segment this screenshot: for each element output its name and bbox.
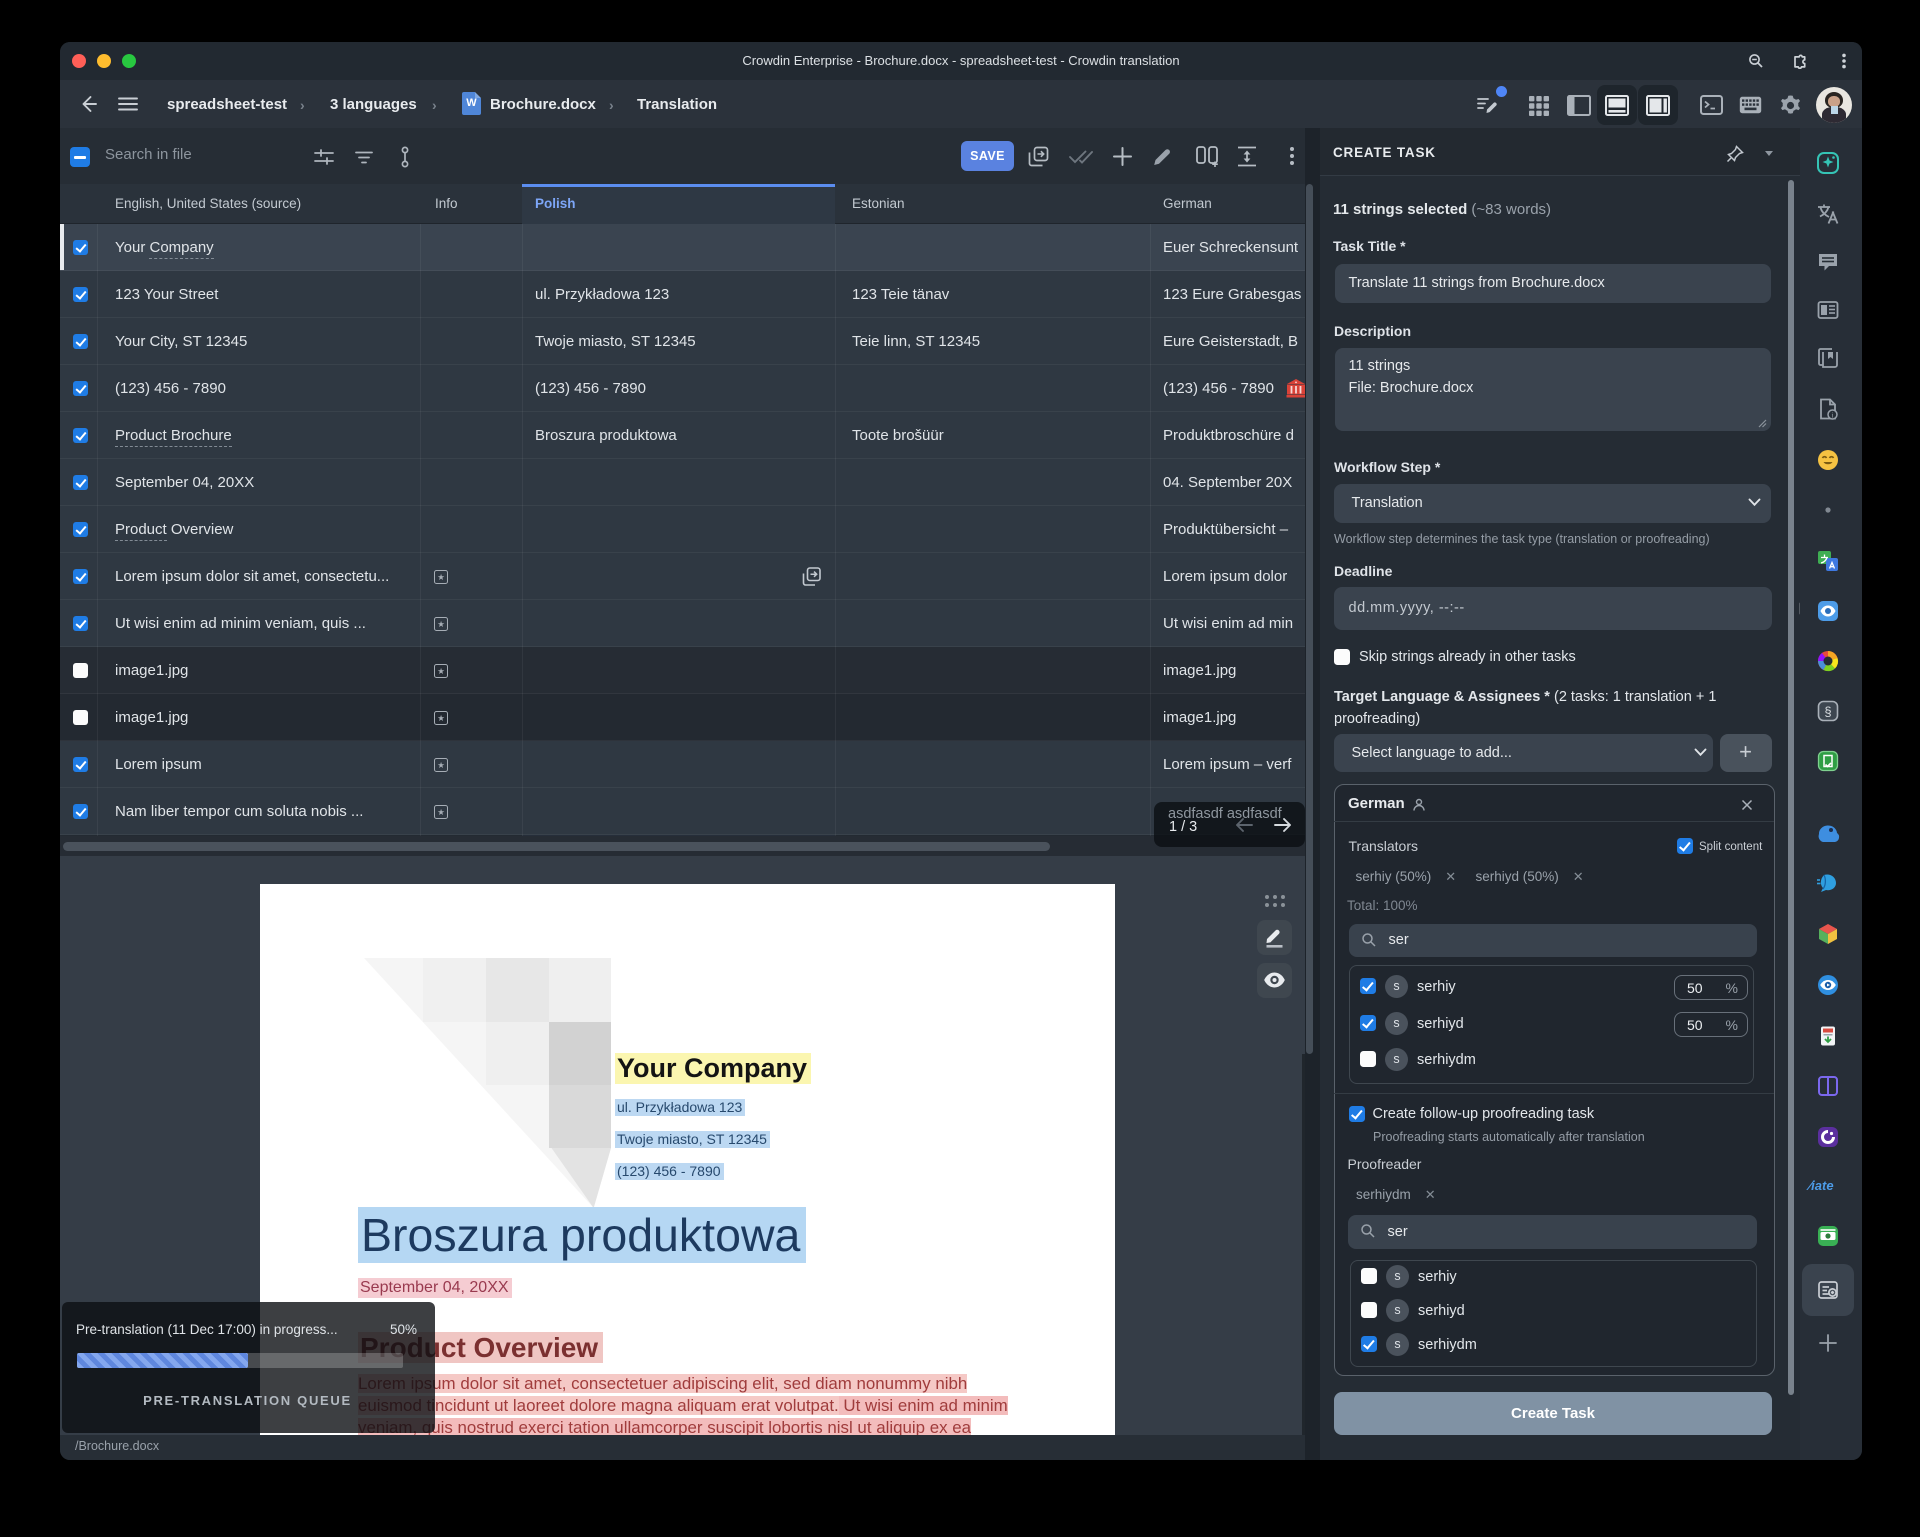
svg-text:§: § [1824, 704, 1831, 719]
svg-text:i: i [1831, 411, 1833, 420]
